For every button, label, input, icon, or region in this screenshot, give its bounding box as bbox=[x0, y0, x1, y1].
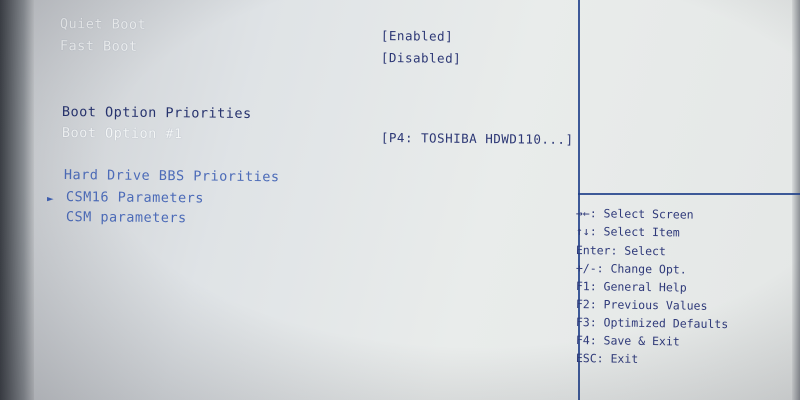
monitor-bezel-left bbox=[0, 0, 34, 400]
hard-drive-bbs-priorities-link[interactable]: Hard Drive BBS Priorities bbox=[64, 167, 280, 185]
quiet-boot-label[interactable]: Quiet Boot bbox=[60, 16, 146, 33]
fast-boot-label[interactable]: Fast Boot bbox=[60, 38, 138, 55]
boot-option-1-value[interactable]: [P4: TOSHIBA HDWD110...] bbox=[381, 130, 574, 147]
help-line-previous-values: F2: Previous Values bbox=[575, 297, 708, 313]
csm16-parameters-link[interactable]: CSM16 Parameters bbox=[66, 189, 204, 206]
help-line-select-screen: →←: Select Screen bbox=[575, 206, 694, 222]
help-line-esc-exit: ESC: Exit bbox=[575, 351, 639, 366]
submenu-arrow-icon: ► bbox=[47, 192, 54, 205]
help-line-select-item: ↑↓: Select Item bbox=[575, 224, 680, 240]
help-line-save-exit: F4: Save & Exit bbox=[575, 333, 680, 349]
csm-parameters-link[interactable]: CSM parameters bbox=[66, 209, 187, 226]
bios-screen: Quiet Boot [Enabled] Fast Boot [Disabled… bbox=[0, 0, 800, 400]
help-panel-divider bbox=[578, 193, 800, 195]
boot-option-1-label[interactable]: Boot Option #1 bbox=[62, 125, 183, 142]
help-line-enter: Enter: Select bbox=[575, 243, 667, 259]
quiet-boot-value[interactable]: [Enabled] bbox=[381, 28, 453, 44]
fast-boot-value[interactable]: [Disabled] bbox=[381, 50, 461, 66]
help-line-change-opt: +/-: Change Opt. bbox=[575, 261, 687, 277]
help-line-optimized-defaults: F3: Optimized Defaults bbox=[575, 315, 729, 332]
monitor-bezel-right bbox=[792, 0, 800, 400]
boot-option-priorities-heading: Boot Option Priorities bbox=[61, 104, 252, 122]
help-line-general-help: F1: General Help bbox=[575, 279, 687, 295]
